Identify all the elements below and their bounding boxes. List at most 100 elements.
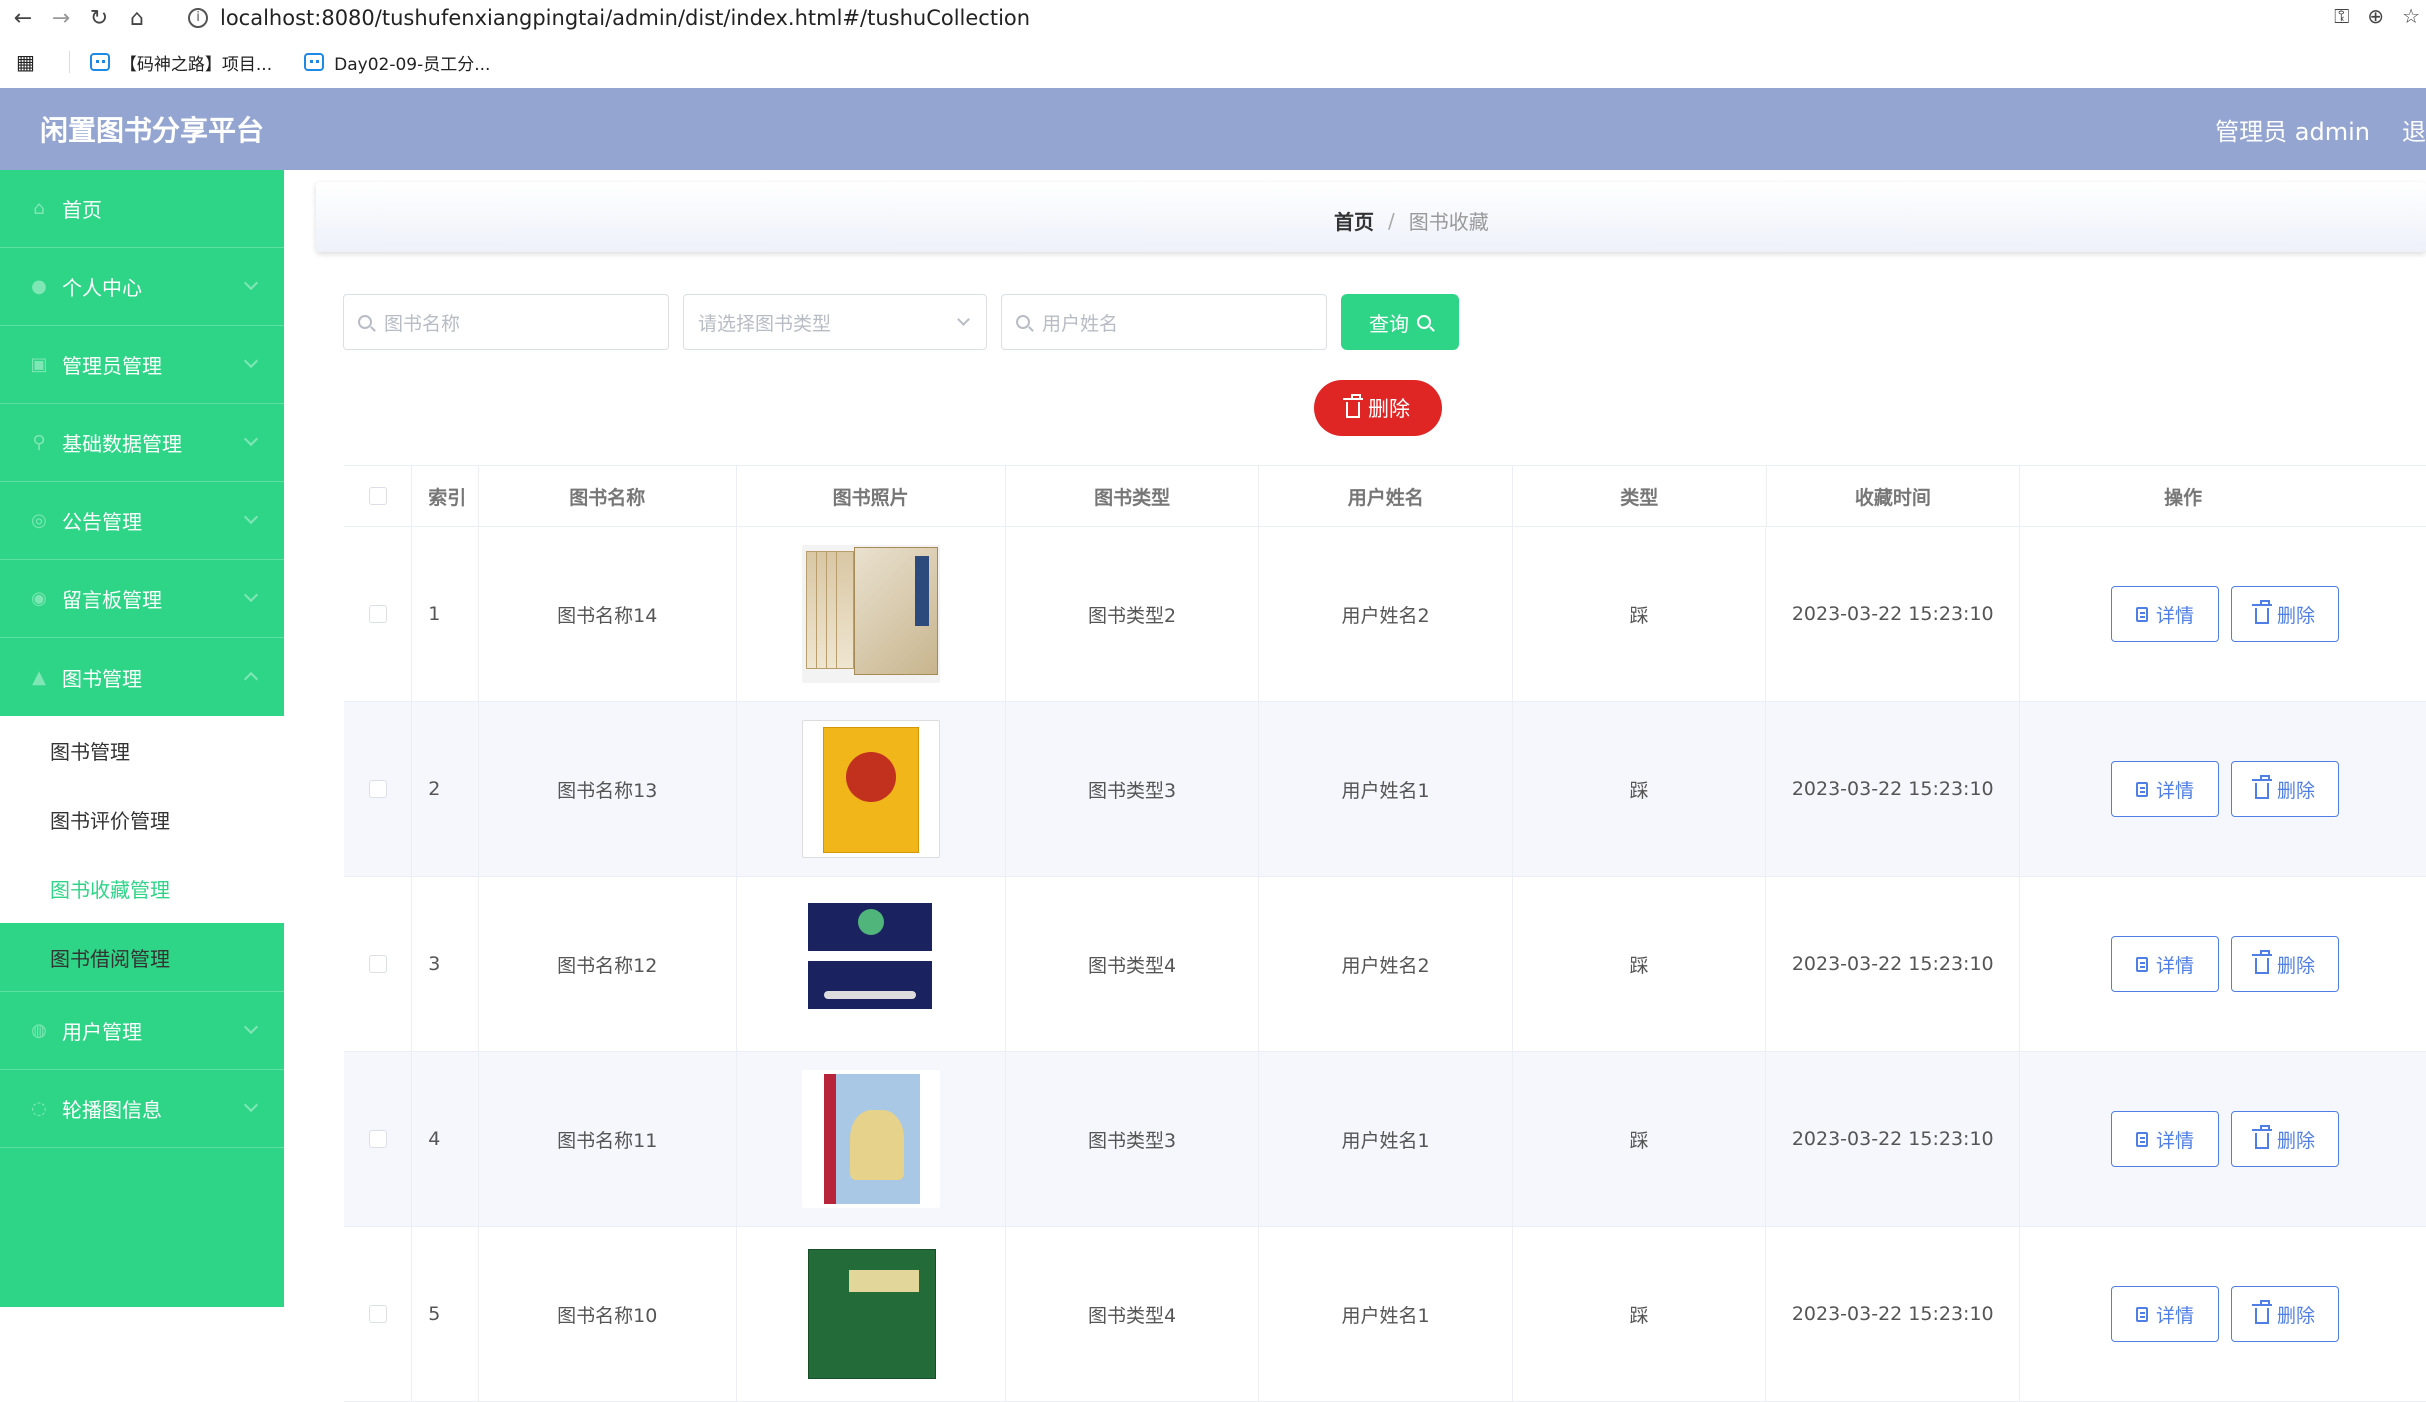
row-checkbox-cell (344, 1227, 413, 1401)
bookmark-star-icon[interactable]: ☆ (2402, 4, 2420, 28)
chevron-down-icon (243, 509, 259, 525)
browser-toolbar: ← → ↻ ⌂ i localhost:8080/tushufenxiangpi… (0, 0, 2426, 36)
search-icon (1417, 315, 1431, 329)
forward-icon[interactable]: → (46, 6, 76, 31)
sidebar-item-label: 留言板管理 (62, 588, 162, 612)
row-checkbox[interactable] (368, 955, 387, 973)
row-index: 1 (412, 527, 480, 701)
sidebar-item-label: 首页 (62, 198, 102, 222)
row-checkbox-cell (344, 527, 413, 701)
search-icon (1016, 315, 1030, 329)
zoom-icon[interactable]: ⊕ (2367, 4, 2384, 28)
chevron-down-icon (243, 1097, 259, 1113)
row-book-name: 图书名称10 (479, 1227, 737, 1401)
sidebar-item-profile[interactable]: ● 个人中心 (0, 248, 284, 326)
sidebar-item-home[interactable]: ⌂ 首页 (0, 170, 284, 248)
bookmark-item[interactable]: 【码神之路】项目... (89, 50, 272, 75)
sidebar-item-admins[interactable]: ▣ 管理员管理 (0, 326, 284, 404)
row-delete-button[interactable]: 删除 (2231, 1111, 2340, 1167)
book-name-input[interactable]: 图书名称 (343, 294, 669, 350)
delete-label: 删除 (2277, 1129, 2316, 1152)
collection-table: 索引 图书名称 图书照片 图书类型 用户姓名 类型 收藏时间 操作 1 图书名称… (344, 465, 2426, 1402)
document-icon (2136, 1306, 2148, 1322)
book-photo[interactable] (801, 1070, 940, 1208)
submenu-item-book-collection[interactable]: 图书收藏管理 (0, 854, 284, 923)
header-collect-time: 收藏时间 (1767, 466, 2021, 526)
site-info-icon[interactable]: i (188, 8, 208, 28)
user-name-input[interactable]: 用户姓名 (1001, 294, 1327, 350)
sidebar-item-messages[interactable]: ◉ 留言板管理 (0, 560, 284, 638)
batch-delete-button[interactable]: 删除 (1314, 380, 1442, 436)
detail-button[interactable]: 详情 (2111, 936, 2220, 992)
query-label: 查询 (1369, 311, 1409, 336)
row-collect-time: 2023-03-22 15:23:10 (1766, 527, 2021, 701)
row-checkbox-cell (344, 1052, 413, 1226)
row-book-type: 图书类型4 (1006, 877, 1260, 1051)
header-book-photo: 图书照片 (737, 466, 1006, 526)
sidebar-item-books[interactable]: ▲ 图书管理 (0, 638, 284, 716)
row-actions: 详情 删除 (2020, 1227, 2426, 1401)
row-book-photo-cell (737, 1227, 1006, 1401)
sidebar-item-label: 管理员管理 (62, 354, 162, 378)
input-placeholder: 图书名称 (384, 312, 461, 335)
query-button[interactable]: 查询 (1341, 294, 1459, 350)
row-checkbox[interactable] (368, 780, 387, 798)
breadcrumb-trail: 首页 / 图书收藏 (1334, 206, 1489, 235)
home-browser-icon[interactable]: ⌂ (122, 6, 152, 31)
address-bar[interactable]: i localhost:8080/tushufenxiangpingtai/ad… (188, 2, 2288, 34)
breadcrumb-separator: / (1388, 208, 1395, 233)
sidebar-item-notices[interactable]: ◎ 公告管理 (0, 482, 284, 560)
row-delete-button[interactable]: 删除 (2231, 761, 2340, 817)
browser-actions: ⚿ ⊕ ☆ (2334, 4, 2420, 28)
logout-link[interactable]: 退出登录 (2402, 112, 2426, 147)
book-photo[interactable] (801, 1245, 940, 1383)
sidebar-item-users[interactable]: ◍ 用户管理 (0, 992, 284, 1070)
row-delete-button[interactable]: 删除 (2231, 936, 2340, 992)
row-user-name: 用户姓名1 (1259, 1227, 1513, 1401)
delete-label: 删除 (1368, 397, 1410, 421)
detail-button[interactable]: 详情 (2111, 1286, 2220, 1342)
detail-button[interactable]: 详情 (2111, 1111, 2220, 1167)
row-checkbox[interactable] (368, 1305, 387, 1323)
book-type-select[interactable]: 请选择图书类型 (683, 294, 987, 350)
row-book-photo-cell (737, 702, 1006, 876)
chevron-down-icon (243, 431, 259, 447)
bookmark-item[interactable]: Day02-09-员工分... (304, 50, 490, 75)
row-delete-button[interactable]: 删除 (2231, 1286, 2340, 1342)
bilibili-icon (304, 53, 325, 71)
breadcrumb: 首页 / 图书收藏 (316, 182, 2426, 252)
apps-grid-icon[interactable]: ▦ (16, 50, 35, 74)
detail-button[interactable]: 详情 (2111, 761, 2220, 817)
table-row: 3 图书名称12 图书类型4 用户姓名2 踩 2023-03-22 15:23:… (344, 877, 2426, 1052)
submenu-item-book-borrow[interactable]: 图书借阅管理 (0, 923, 284, 992)
chevron-down-icon (243, 353, 259, 369)
row-checkbox[interactable] (368, 1130, 387, 1148)
row-user-name: 用户姓名2 (1259, 877, 1513, 1051)
sidebar-item-basic-data[interactable]: ⚲ 基础数据管理 (0, 404, 284, 482)
detail-button[interactable]: 详情 (2111, 586, 2220, 642)
select-all-checkbox[interactable] (368, 487, 387, 505)
row-delete-button[interactable]: 删除 (2231, 586, 2340, 642)
breadcrumb-current: 图书收藏 (1408, 210, 1489, 234)
delete-label: 删除 (2277, 1304, 2316, 1327)
book-photo[interactable] (801, 545, 940, 683)
book-photo[interactable] (801, 895, 940, 1033)
breadcrumb-home[interactable]: 首页 (1334, 206, 1374, 235)
trash-icon (2252, 774, 2272, 799)
input-placeholder: 用户姓名 (1042, 312, 1119, 335)
trash-icon (2252, 599, 2272, 624)
table-header: 索引 图书名称 图书照片 图书类型 用户姓名 类型 收藏时间 操作 (344, 466, 2426, 527)
row-kind: 踩 (1513, 1052, 1767, 1226)
reload-icon[interactable]: ↻ (84, 6, 114, 31)
back-icon[interactable]: ← (8, 6, 38, 31)
row-kind: 踩 (1513, 527, 1767, 701)
submenu-item-book-manage[interactable]: 图书管理 (0, 716, 284, 785)
admin-icon: ▣ (30, 354, 48, 375)
row-checkbox[interactable] (368, 605, 387, 623)
book-photo[interactable] (801, 720, 940, 858)
sidebar-item-carousel[interactable]: ◌ 轮播图信息 (0, 1070, 284, 1148)
key-icon[interactable]: ⚿ (2334, 4, 2349, 28)
users-icon: ◍ (31, 1020, 47, 1041)
submenu-item-book-review[interactable]: 图书评价管理 (0, 785, 284, 854)
row-user-name: 用户姓名1 (1259, 702, 1513, 876)
